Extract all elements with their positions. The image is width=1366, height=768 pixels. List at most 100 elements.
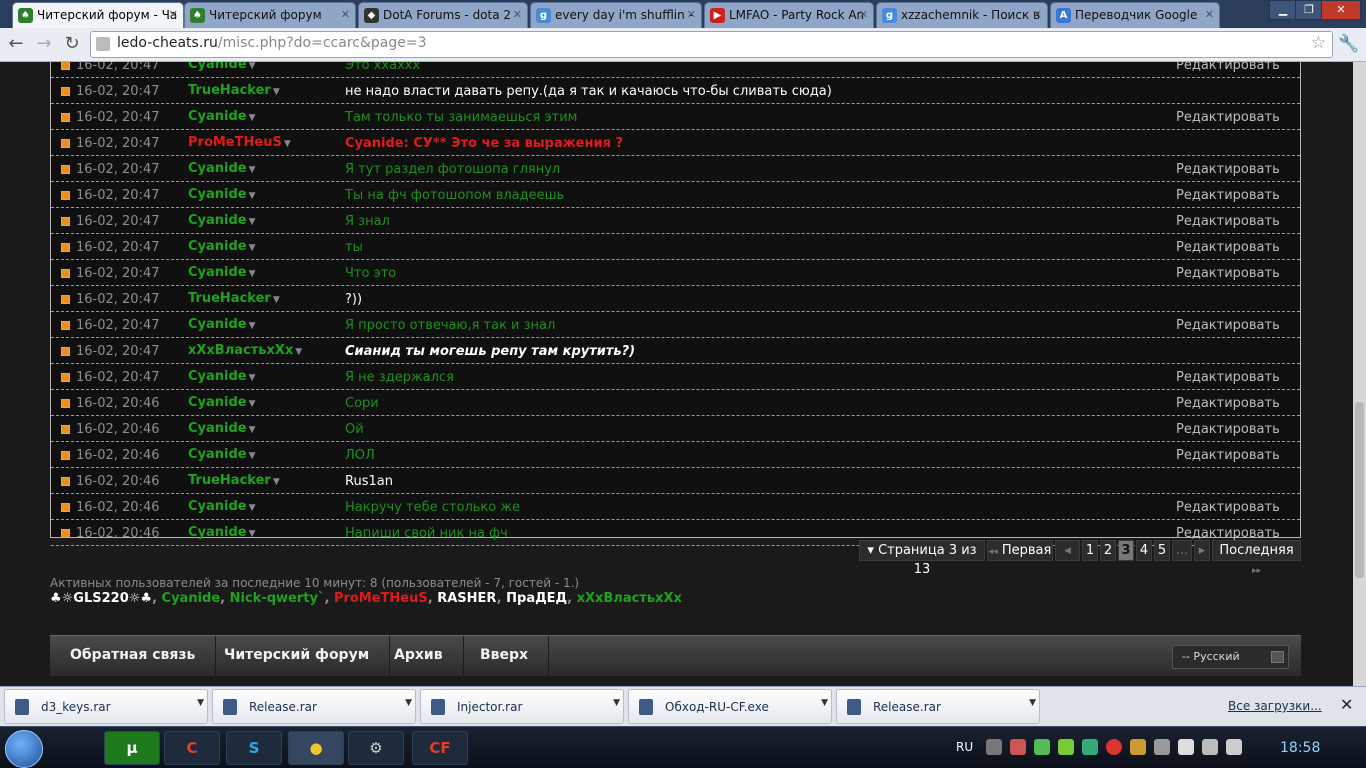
page-scrollbar[interactable] <box>1353 62 1366 686</box>
address-url[interactable]: ledo-cheats.ru/misc.php?do=ccarc&page=3 <box>117 35 427 51</box>
scrollbar-thumb[interactable] <box>1355 402 1364 578</box>
message-user[interactable]: Cyanide ▼ <box>188 317 256 332</box>
edit-link[interactable]: Редактировать <box>1176 396 1280 411</box>
reload-icon[interactable]: ↻ <box>60 33 84 57</box>
chevron-down-icon[interactable]: ▼ <box>1029 698 1036 708</box>
bookmark-star-icon[interactable]: ☆ <box>1311 33 1326 53</box>
pagination-page[interactable]: 4 <box>1136 540 1152 561</box>
message-user[interactable]: Cyanide ▼ <box>188 62 256 72</box>
browser-tab[interactable]: ▶ LMFAO - Party Rock An ✕ <box>704 2 874 28</box>
chevron-down-icon[interactable]: ▼ <box>821 698 828 708</box>
edit-link[interactable]: Редактировать <box>1176 162 1280 177</box>
edit-link[interactable]: Редактировать <box>1176 188 1280 203</box>
active-user-link[interactable]: Nick-qwerty` <box>230 591 325 606</box>
user-menu-caret-icon[interactable]: ▼ <box>273 87 280 97</box>
message-user[interactable]: xXxВластьхXx ▼ <box>188 343 302 358</box>
tab-close-icon[interactable]: ✕ <box>341 3 350 27</box>
browser-tab[interactable]: ♠ Читерский форум - Ча ✕ <box>12 2 184 28</box>
user-menu-caret-icon[interactable]: ▼ <box>273 295 280 305</box>
tab-close-icon[interactable]: ✕ <box>687 3 696 27</box>
message-user[interactable]: Cyanide ▼ <box>188 213 256 228</box>
speaker-icon[interactable] <box>1226 739 1242 755</box>
edit-link[interactable]: Редактировать <box>1176 500 1280 515</box>
edit-link[interactable]: Редактировать <box>1176 62 1280 73</box>
user-menu-caret-icon[interactable]: ▼ <box>249 165 256 175</box>
address-bar[interactable]: ledo-cheats.ru/misc.php?do=ccarc&page=3 … <box>90 31 1333 58</box>
message-user[interactable]: Cyanide ▼ <box>188 395 256 410</box>
message-user[interactable]: Cyanide ▼ <box>188 265 256 280</box>
chrome-icon[interactable]: ● <box>288 731 344 765</box>
all-downloads-link[interactable]: Все загрузки... <box>1228 699 1322 713</box>
message-user[interactable]: Cyanide ▼ <box>188 525 256 540</box>
user-menu-caret-icon[interactable]: ▼ <box>249 399 256 409</box>
pagination-prev[interactable]: ◂ <box>1055 540 1080 561</box>
user-menu-caret-icon[interactable]: ▼ <box>249 191 256 201</box>
edit-link[interactable]: Редактировать <box>1176 318 1280 333</box>
steam-tray-icon[interactable] <box>986 739 1002 755</box>
user-menu-caret-icon[interactable]: ▼ <box>249 113 256 123</box>
tray-app-icon[interactable] <box>1130 739 1146 755</box>
user-menu-caret-icon[interactable]: ▼ <box>249 62 256 71</box>
forward-icon[interactable]: → <box>32 33 56 57</box>
tab-close-icon[interactable]: ✕ <box>513 3 522 27</box>
download-item[interactable]: d3_keys.rar ▼ <box>4 689 208 724</box>
download-item[interactable]: Release.rar ▼ <box>212 689 416 724</box>
maximize-button[interactable]: ❐ <box>1295 0 1323 20</box>
signal-icon[interactable] <box>1202 739 1218 755</box>
chevron-down-icon[interactable]: ▼ <box>197 698 204 708</box>
chevron-down-icon[interactable]: ▼ <box>405 698 412 708</box>
edit-link[interactable]: Редактировать <box>1176 422 1280 437</box>
tray-icon[interactable] <box>1082 739 1098 755</box>
volume-muted-icon[interactable] <box>1010 739 1026 755</box>
active-user-link[interactable]: ПраДЕД <box>506 591 567 606</box>
edit-link[interactable]: Редактировать <box>1176 448 1280 463</box>
edit-link[interactable]: Редактировать <box>1176 110 1280 125</box>
message-user[interactable]: Cyanide ▼ <box>188 447 256 462</box>
download-item[interactable]: Injector.rar ▼ <box>420 689 624 724</box>
user-menu-caret-icon[interactable]: ▼ <box>249 503 256 513</box>
user-menu-caret-icon[interactable]: ▼ <box>284 139 291 149</box>
pagination-first[interactable]: ◂◂ Первая <box>987 540 1053 561</box>
edit-link[interactable]: Редактировать <box>1176 266 1280 281</box>
message-user[interactable]: ProMeTHeuS ▼ <box>188 135 291 150</box>
utorrent-icon[interactable]: µ <box>104 731 160 765</box>
pagination-last[interactable]: Последняя ▸▸ <box>1212 540 1301 576</box>
message-user[interactable]: TrueHacker ▼ <box>188 473 280 488</box>
browser-tab[interactable]: g every day i'm shufflin - ✕ <box>530 2 702 28</box>
message-user[interactable]: TrueHacker ▼ <box>188 291 280 306</box>
crossfire-icon[interactable]: CF <box>412 731 468 765</box>
edit-link[interactable]: Редактировать <box>1176 240 1280 255</box>
active-user-link[interactable]: Cyanide <box>162 591 221 606</box>
active-user-link[interactable]: RASHER <box>437 591 496 606</box>
start-button[interactable] <box>5 730 43 768</box>
download-item[interactable]: Release.rar ▼ <box>836 689 1040 724</box>
tab-close-icon[interactable]: ✕ <box>859 3 868 27</box>
taskbar-clock[interactable]: 18:58 <box>1280 740 1320 756</box>
footer-link[interactable]: Читерский форум <box>204 636 391 676</box>
browser-tab[interactable]: ♠ Читерский форум ✕ <box>184 2 356 28</box>
user-menu-caret-icon[interactable]: ▼ <box>249 373 256 383</box>
footer-link[interactable]: Архив <box>374 636 464 676</box>
user-menu-caret-icon[interactable]: ▼ <box>249 451 256 461</box>
steam-icon[interactable]: ⚙ <box>348 731 404 765</box>
download-item[interactable]: Обход-RU-CF.exe ▼ <box>628 689 832 724</box>
active-user-link[interactable]: ProMeTHeuS <box>334 591 428 606</box>
footer-link[interactable]: Обратная связь <box>50 636 217 676</box>
pagination-next[interactable]: ▸ <box>1194 540 1210 561</box>
close-icon[interactable]: ✕ <box>1340 695 1353 714</box>
browser-tab[interactable]: g xzzachemnik - Поиск в ✕ <box>876 2 1048 28</box>
pagination-page[interactable]: 2 <box>1100 540 1116 561</box>
user-menu-caret-icon[interactable]: ▼ <box>249 269 256 279</box>
user-menu-caret-icon[interactable]: ▼ <box>295 347 302 357</box>
nvidia-icon[interactable] <box>1058 739 1074 755</box>
message-user[interactable]: Cyanide ▼ <box>188 161 256 176</box>
user-menu-caret-icon[interactable]: ▼ <box>249 321 256 331</box>
message-user[interactable]: TrueHacker ▼ <box>188 83 280 98</box>
pagination-page[interactable]: 3 <box>1118 540 1134 561</box>
network-error-icon[interactable] <box>1154 739 1170 755</box>
ccleaner-icon[interactable]: C <box>164 731 220 765</box>
message-user[interactable]: Cyanide ▼ <box>188 421 256 436</box>
tab-close-icon[interactable]: ✕ <box>1205 3 1214 27</box>
tab-close-icon[interactable]: ✕ <box>169 3 178 27</box>
minimize-button[interactable]: ▁ <box>1269 0 1297 20</box>
